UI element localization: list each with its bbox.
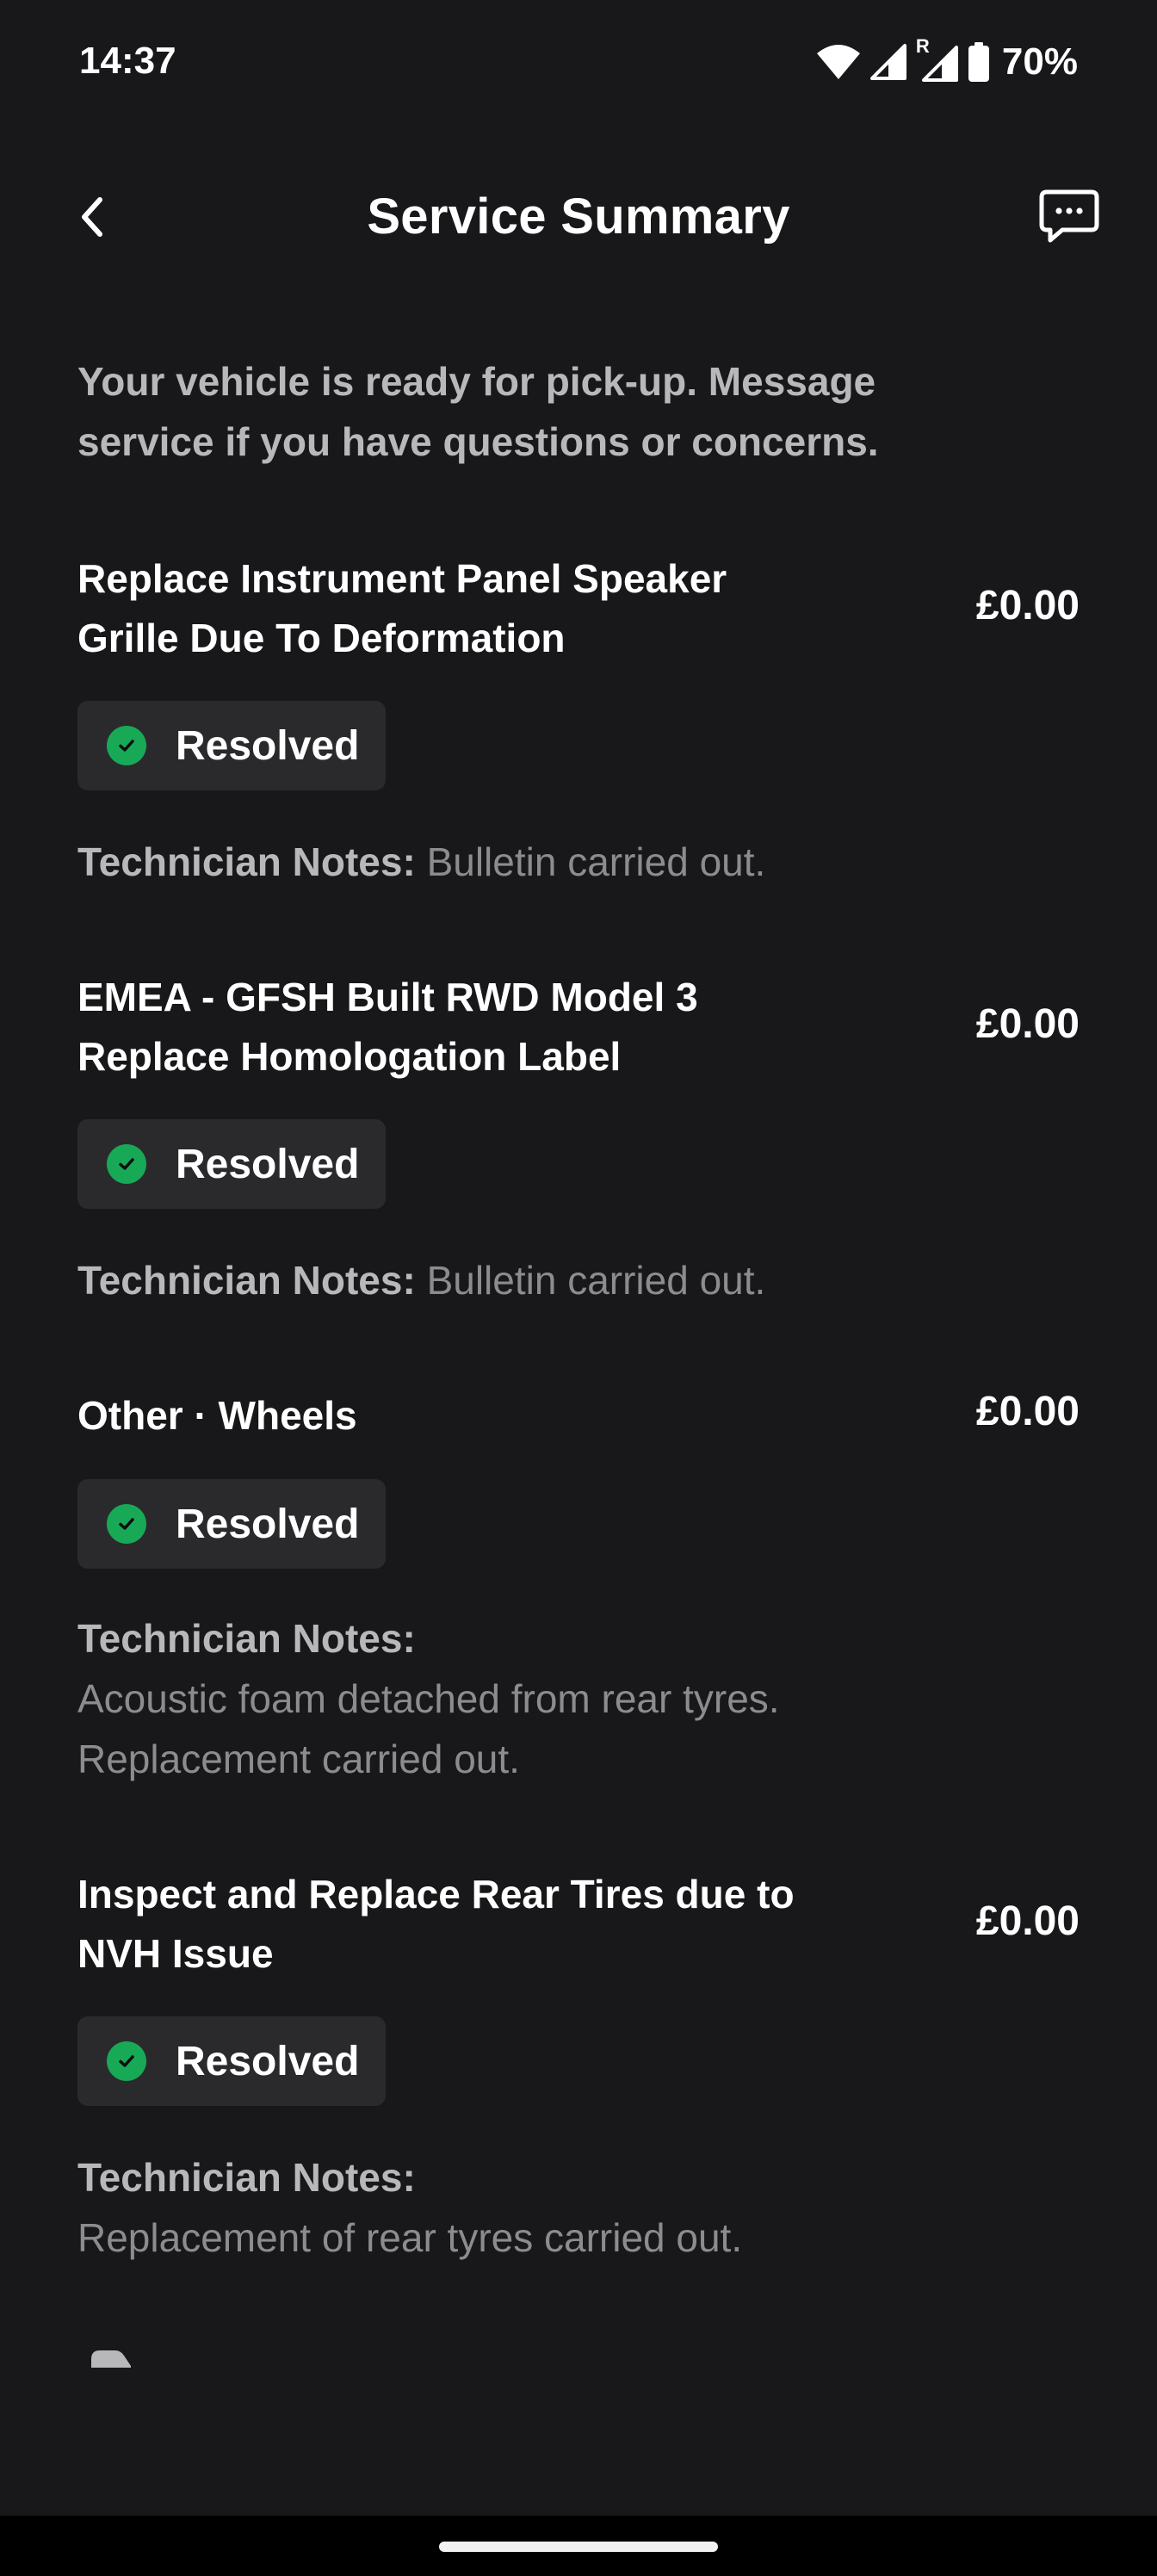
notes-text: Bulletin carried out. — [426, 1258, 766, 1303]
service-item-title-line: Replace Instrument Panel Speaker — [77, 556, 727, 601]
notes-text: Replacement carried out. — [77, 1737, 520, 1781]
status-bar: 14:37 R 70% — [0, 0, 1157, 129]
check-circle-icon — [107, 1144, 146, 1184]
wifi-icon — [816, 44, 861, 80]
notes-text: Bulletin carried out. — [426, 839, 766, 884]
service-item: EMEA - GFSH Built RWD Model 3 Replace Ho… — [77, 968, 1080, 1312]
battery-icon — [968, 42, 990, 82]
status-badge: Resolved — [77, 701, 386, 790]
page-title: Service Summary — [367, 189, 790, 245]
signal-roaming-icon: R — [916, 35, 959, 84]
service-item-price: £0.00 — [975, 1898, 1080, 1944]
battery-percent: 70% — [1001, 40, 1078, 83]
status-time: 14:37 — [79, 40, 176, 82]
service-item-title: Replace Instrument Panel Speaker Grille … — [77, 549, 852, 668]
check-circle-icon — [107, 726, 146, 765]
technician-notes: Technician Notes: Bulletin carried out. — [77, 1250, 1024, 1310]
notes-label: Technician Notes: — [77, 1258, 416, 1303]
service-item-title: Inspect and Replace Rear Tires due to NV… — [77, 1865, 852, 1984]
service-item-price: £0.00 — [975, 1389, 1080, 1434]
chat-bubble-icon — [1039, 189, 1099, 243]
service-item: Other · Wheels £0.00 Resolved Technician… — [77, 1386, 1080, 1782]
tag-icon — [86, 2347, 134, 2368]
check-circle-icon — [107, 1504, 146, 1544]
status-badge: Resolved — [77, 1119, 386, 1209]
service-item-title-line: Grille Due To Deformation — [77, 616, 566, 660]
technician-notes: Technician Notes: Acoustic foam detached… — [77, 1608, 1024, 1789]
service-item-price: £0.00 — [975, 583, 1080, 629]
app-header: Service Summary — [0, 164, 1157, 270]
status-badge: Resolved — [77, 1479, 386, 1569]
service-item-title-line: Inspect and Replace Rear Tires due to — [77, 1872, 795, 1917]
signal-icon — [869, 43, 907, 81]
technician-notes: Technician Notes: Replacement of rear ty… — [77, 2147, 1024, 2268]
service-item-price: £0.00 — [975, 1001, 1080, 1047]
service-item-title: Other · Wheels — [77, 1386, 852, 1446]
status-icons: R 70% — [816, 35, 1078, 86]
intro-message: Your vehicle is ready for pick-up. Messa… — [77, 359, 879, 464]
notes-label: Technician Notes: — [77, 839, 416, 884]
technician-notes: Technician Notes: Bulletin carried out. — [77, 832, 1024, 892]
service-item: Inspect and Replace Rear Tires due to NV… — [77, 1865, 1080, 2269]
status-badge: Resolved — [77, 2016, 386, 2106]
service-item-title-line: Other · Wheels — [77, 1393, 357, 1438]
service-item: Replace Instrument Panel Speaker Grille … — [77, 549, 1080, 894]
service-item-title-line: EMEA - GFSH Built RWD Model 3 — [77, 975, 698, 1019]
status-label: Resolved — [176, 722, 360, 769]
home-indicator[interactable] — [439, 2542, 718, 2552]
check-circle-icon — [107, 2041, 146, 2081]
service-item-title-line: Replace Homologation Label — [77, 1034, 622, 1079]
status-label: Resolved — [176, 1141, 360, 1187]
notes-label: Technician Notes: — [77, 2155, 416, 2200]
message-service-button[interactable] — [1033, 181, 1105, 253]
status-label: Resolved — [176, 1501, 360, 1547]
status-label: Resolved — [176, 2038, 360, 2084]
notes-text: Acoustic foam detached from rear tyres. — [77, 1676, 780, 1721]
notes-label: Technician Notes: — [77, 1616, 416, 1661]
service-item-title: EMEA - GFSH Built RWD Model 3 Replace Ho… — [77, 968, 852, 1087]
service-item-title-line: NVH Issue — [77, 1931, 274, 1976]
notes-text: Replacement of rear tyres carried out. — [77, 2215, 743, 2260]
